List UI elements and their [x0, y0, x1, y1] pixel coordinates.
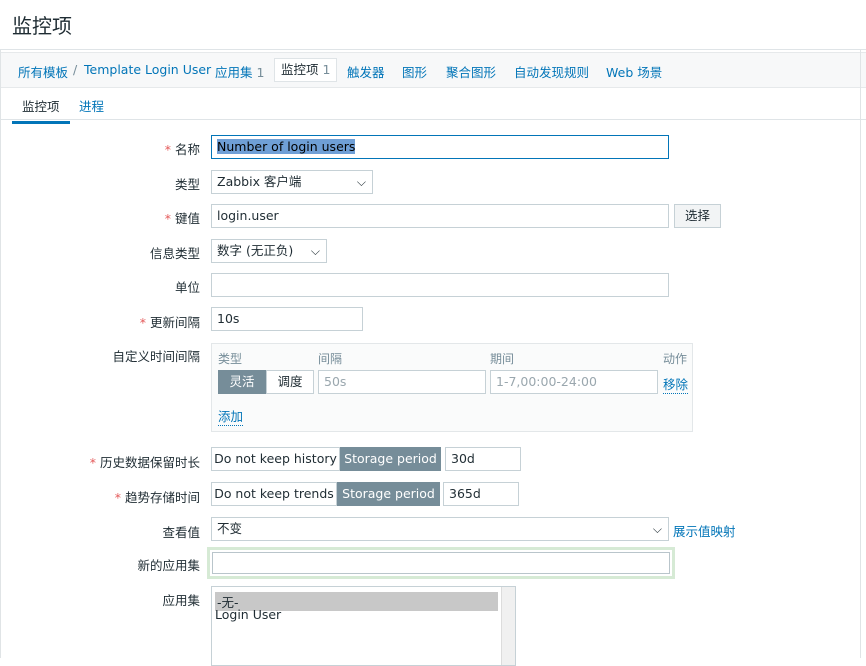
- nav-applications[interactable]: 应用集 1: [215, 62, 264, 81]
- required-mark: *: [114, 490, 121, 505]
- col-interval-header: 间隔: [318, 352, 343, 366]
- col-period-header: 期间: [490, 352, 515, 366]
- navigation-bar: 所有模板 / Template Login User 应用集 1 监控项 1 触…: [0, 52, 866, 88]
- interval-input[interactable]: 50s: [318, 370, 486, 394]
- name-input[interactable]: Number of login users: [211, 135, 669, 159]
- breadcrumb-separator: /: [73, 62, 78, 77]
- type-select[interactable]: Zabbix 客户端 ⌵: [211, 170, 373, 194]
- trends-storage-toggle[interactable]: Storage period: [337, 482, 440, 506]
- form-tabs: 监控项 进程: [0, 90, 866, 124]
- add-link[interactable]: 添加: [218, 406, 244, 426]
- listbox-scrollbar[interactable]: [501, 587, 515, 665]
- type-label: 类型: [174, 177, 200, 192]
- nav-items-label: 监控项: [281, 62, 319, 77]
- key-label-text: 键值: [174, 211, 200, 226]
- key-select-button[interactable]: 选择: [674, 204, 721, 228]
- page-header: 监控项: [0, 0, 866, 50]
- history-no-keep-toggle[interactable]: Do not keep history: [211, 447, 340, 471]
- breadcrumb-all-templates[interactable]: 所有模板: [18, 62, 68, 81]
- update-interval-label-text: 更新间隔: [149, 315, 200, 330]
- trends-label-text: 趋势存储时间: [124, 490, 200, 505]
- key-input[interactable]: login.user: [211, 204, 669, 228]
- nav-applications-count: 1: [256, 65, 265, 80]
- nav-screens[interactable]: 聚合图形: [446, 62, 496, 81]
- update-interval-label: * 更新间隔: [0, 312, 200, 331]
- flexible-toggle[interactable]: 灵活: [218, 370, 266, 394]
- trends-no-keep-toggle[interactable]: Do not keep trends: [211, 482, 337, 506]
- nav-applications-label: 应用集: [215, 65, 253, 80]
- new-application-inner: [212, 552, 670, 574]
- breadcrumb-template[interactable]: Template Login User: [84, 62, 211, 77]
- applications-listbox[interactable]: -无- Login User: [211, 586, 516, 666]
- history-label: * 历史数据保留时长: [0, 452, 200, 471]
- tab-process[interactable]: 进程: [79, 96, 104, 121]
- name-label-text: 名称: [174, 142, 200, 157]
- units-input[interactable]: [211, 273, 669, 297]
- tab-item[interactable]: 监控项: [12, 96, 70, 124]
- info-type-label: 信息类型: [149, 246, 200, 261]
- history-label-text: 历史数据保留时长: [99, 455, 200, 470]
- col-type-header: 类型: [218, 352, 243, 366]
- units-label: 单位: [174, 280, 200, 295]
- nav-web-scenarios[interactable]: Web 场景: [606, 62, 662, 81]
- update-interval-input[interactable]: 10s: [211, 307, 363, 331]
- required-mark: *: [164, 211, 171, 226]
- remove-link[interactable]: 移除: [663, 374, 689, 394]
- applications-label: 应用集: [162, 593, 200, 608]
- custom-intervals-box: 类型 间隔 期间 动作 灵活 调度 50s 1-7,00:00-24:00 移除…: [211, 343, 693, 432]
- page-title: 监控项: [12, 14, 72, 38]
- type-select-value: Zabbix 客户端: [217, 174, 302, 189]
- scheduling-toggle[interactable]: 调度: [266, 370, 314, 394]
- show-value-select-value: 不变: [217, 521, 243, 536]
- custom-intervals-label: 自定义时间间隔: [112, 349, 200, 364]
- history-input[interactable]: 30d: [445, 447, 521, 471]
- chevron-down-icon: ⌵: [310, 244, 320, 258]
- nav-items-count: 1: [322, 62, 331, 77]
- show-value-mappings-link[interactable]: 展示值映射: [673, 521, 736, 540]
- nav-triggers[interactable]: 触发器: [347, 62, 385, 81]
- application-option-login-user[interactable]: Login User: [215, 607, 281, 622]
- name-label: * 名称: [0, 139, 200, 158]
- chevron-down-icon: ⌵: [652, 522, 662, 536]
- trends-label: * 趋势存储时间: [0, 487, 200, 506]
- required-mark: *: [89, 455, 96, 470]
- show-value-label: 查看值: [162, 525, 200, 540]
- col-action-header: 动作: [663, 352, 688, 366]
- key-label: * 键值: [0, 208, 200, 227]
- required-mark: *: [139, 315, 146, 330]
- info-type-select[interactable]: 数字 (无正负) ⌵: [211, 239, 327, 263]
- info-type-select-value: 数字 (无正负): [217, 243, 294, 258]
- show-value-select[interactable]: 不变 ⌵: [211, 517, 669, 541]
- nav-items[interactable]: 监控项 1: [274, 58, 338, 82]
- right-border: [860, 50, 861, 658]
- required-mark: *: [164, 142, 171, 157]
- period-input[interactable]: 1-7,00:00-24:00: [490, 370, 658, 394]
- chevron-down-icon: ⌵: [356, 175, 366, 189]
- history-storage-toggle[interactable]: Storage period: [340, 447, 441, 471]
- new-application-label: 新的应用集: [137, 558, 200, 573]
- trends-input[interactable]: 365d: [443, 482, 519, 506]
- name-input-value: Number of login users: [217, 139, 356, 154]
- new-application-input[interactable]: [207, 547, 675, 579]
- nav-discovery-rules[interactable]: 自动发现规则: [514, 62, 589, 81]
- nav-graphs[interactable]: 图形: [402, 62, 427, 81]
